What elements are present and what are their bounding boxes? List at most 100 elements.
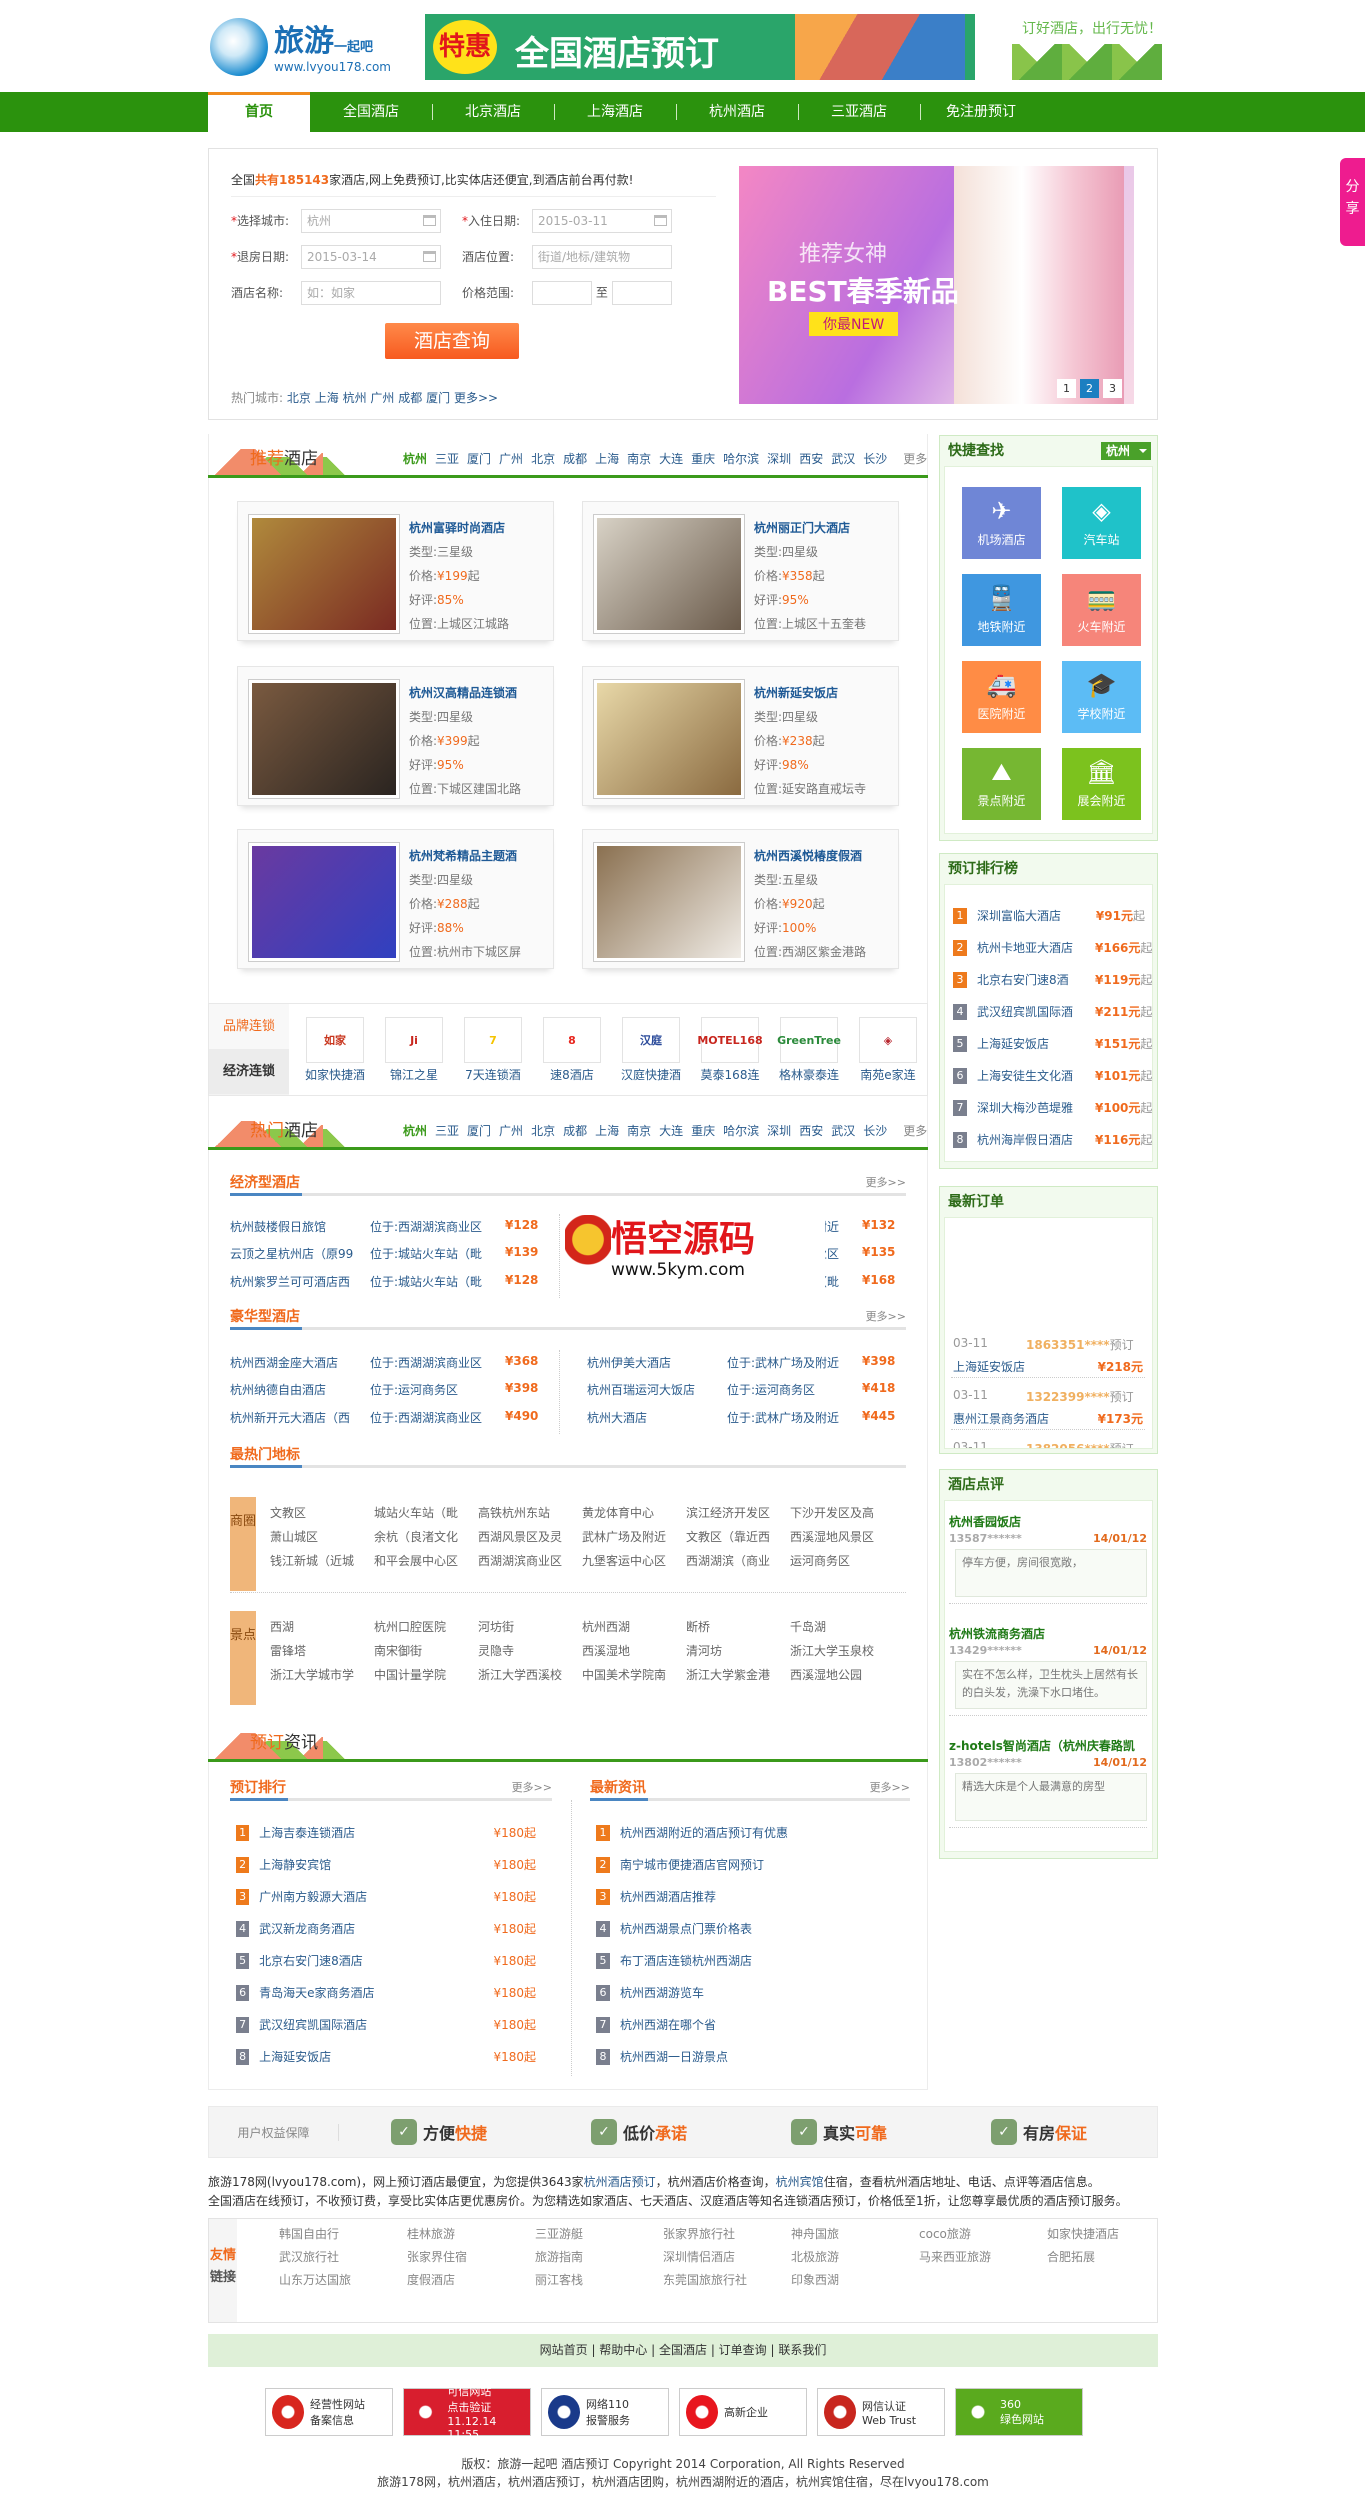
hotel-name[interactable]: 杭州西湖金座大酒店 bbox=[230, 1354, 370, 1371]
landmark-link[interactable]: 雷锋塔 bbox=[270, 1642, 374, 1659]
hot-city-link[interactable]: 厦门 bbox=[426, 391, 450, 405]
city-tab[interactable]: 重庆 bbox=[691, 450, 715, 467]
footer-link[interactable]: 联系我们 bbox=[778, 2343, 826, 2357]
news-title[interactable]: 布丁酒店连锁杭州西湖店 bbox=[620, 1952, 752, 1969]
news-item[interactable]: 1 杭州西湖附近的酒店预订有优惠 bbox=[596, 1824, 788, 1841]
hotel-name[interactable]: 云顶之星杭州店（原99 bbox=[230, 1245, 370, 1262]
landmark-link[interactable]: 西溪湿地公园 bbox=[790, 1666, 894, 1683]
city-tab[interactable]: 南京 bbox=[627, 1122, 651, 1139]
landmark-link[interactable]: 高铁杭州东站 bbox=[478, 1504, 582, 1521]
landmark-link[interactable]: 南宋御街 bbox=[374, 1642, 478, 1659]
news-title[interactable]: 杭州西湖一日游景点 bbox=[620, 2048, 728, 2065]
city-tab[interactable]: 深圳 bbox=[767, 450, 791, 467]
landmark-link[interactable]: 西湖 bbox=[270, 1618, 374, 1635]
landmark-link[interactable]: 萧山城区 bbox=[270, 1528, 374, 1545]
hotel-name[interactable]: 北京右安门速8酒店 bbox=[259, 1952, 493, 1969]
trust-badge[interactable]: 网信认证 Web Trust bbox=[817, 2388, 945, 2436]
landmark-link[interactable]: 黄龙体育中心 bbox=[582, 1504, 686, 1521]
news-item[interactable]: 8 杭州西湖一日游景点 bbox=[596, 2048, 728, 2065]
rank-item[interactable]: 3 广州南方毅源大酒店 ¥180起 bbox=[236, 1888, 536, 1905]
landmark-link[interactable]: 浙江大学西溪校 bbox=[478, 1666, 582, 1683]
promo-carousel[interactable]: 推荐女神 BEST春季新品 你最NEW 123 bbox=[739, 166, 1134, 404]
link-hangzhou-guesthouse[interactable]: 杭州宾馆 bbox=[776, 2175, 824, 2189]
ranking-item[interactable]: 3 北京右安门速8酒 ¥119元起 bbox=[953, 971, 1152, 988]
hot-city-link[interactable]: 上海 bbox=[315, 391, 339, 405]
landmark-link[interactable]: 浙江大学紫金港 bbox=[686, 1666, 790, 1683]
landmark-link[interactable]: 中国计量学院 bbox=[374, 1666, 478, 1683]
more-cities-link[interactable]: 更多 bbox=[903, 1122, 927, 1139]
nav-item[interactable]: 全国酒店 bbox=[310, 92, 432, 132]
landmark-link[interactable]: 千岛湖 bbox=[790, 1618, 894, 1635]
hotel-name[interactable]: 北京右安门速8酒 bbox=[977, 971, 1095, 988]
more-link[interactable]: 更多>> bbox=[866, 1308, 906, 1324]
hotel-name[interactable]: 杭州西溪悦椿度假酒 bbox=[754, 844, 866, 868]
news-item[interactable]: 6 杭州西湖游览车 bbox=[596, 1984, 704, 2001]
city-tab[interactable]: 三亚 bbox=[435, 1122, 459, 1139]
friend-link[interactable]: 三亚游艇 bbox=[535, 2225, 663, 2242]
more-link[interactable]: 更多>> bbox=[870, 1779, 910, 1795]
hotel-card[interactable]: 杭州丽正门大酒店 类型:四星级 价格:¥358起 好评:95% 位置:上城区十五奎巷 bbox=[582, 501, 899, 641]
rank-item[interactable]: 6 青岛海天e家商务酒店 ¥180起 bbox=[236, 1984, 536, 2001]
checkin-date-input[interactable]: 2015-03-11 bbox=[532, 209, 672, 233]
city-tab[interactable]: 深圳 bbox=[767, 1122, 791, 1139]
landmark-link[interactable]: 断桥 bbox=[686, 1618, 790, 1635]
landmark-link[interactable]: 西溪湿地风景区 bbox=[790, 1528, 894, 1545]
friend-link[interactable]: 桂林旅游 bbox=[407, 2225, 535, 2242]
hotel-name[interactable]: 杭州新延安饭店 bbox=[754, 681, 866, 705]
landmark-link[interactable]: 中国美术学院南 bbox=[582, 1666, 686, 1683]
friend-link[interactable]: 北极旅游 bbox=[791, 2248, 919, 2265]
hot-city-link[interactable]: 北京 bbox=[287, 391, 311, 405]
friend-link[interactable]: 张家界旅行社 bbox=[663, 2225, 791, 2242]
hotel-name[interactable]: 深圳大梅沙芭堤雅 bbox=[977, 1099, 1095, 1116]
hotel-photo[interactable] bbox=[248, 842, 400, 962]
city-tab[interactable]: 南京 bbox=[627, 450, 651, 467]
news-title[interactable]: 杭州西湖在哪个省 bbox=[620, 2016, 716, 2033]
news-item[interactable]: 2 南宁城市便捷酒店官网预订 bbox=[596, 1856, 764, 1873]
city-tab[interactable]: 上海 bbox=[595, 1122, 619, 1139]
landmark-link[interactable]: 杭州西湖 bbox=[582, 1618, 686, 1635]
order-hotel[interactable]: 惠州江景商务酒店 bbox=[953, 1410, 1049, 1427]
hotel-row[interactable]: 杭州大酒店 位于:武林广场及附近 ¥445 bbox=[587, 1409, 912, 1426]
friend-link[interactable]: 印象西湖 bbox=[791, 2271, 919, 2288]
quick-find-subway[interactable]: 🚆 地铁附近 bbox=[962, 574, 1041, 646]
news-item[interactable]: 5 布丁酒店连锁杭州西湖店 bbox=[596, 1952, 752, 1969]
landmark-link[interactable]: 滨江经济开发区 bbox=[686, 1504, 790, 1521]
hotel-name[interactable]: 杭州大酒店 bbox=[587, 1409, 727, 1426]
hotel-name[interactable]: 杭州纳德自由酒店 bbox=[230, 1381, 370, 1398]
quick-find-landscape[interactable]: ⛰ 景点附近 bbox=[962, 748, 1041, 820]
city-tab[interactable]: 重庆 bbox=[691, 1122, 715, 1139]
rank-item[interactable]: 7 武汉纽宾凯国际酒店 ¥180起 bbox=[236, 2016, 536, 2033]
news-item[interactable]: 7 杭州西湖在哪个省 bbox=[596, 2016, 716, 2033]
nav-item[interactable]: 首页 bbox=[208, 92, 310, 132]
hotel-photo[interactable] bbox=[248, 514, 400, 634]
hotel-photo[interactable] bbox=[593, 842, 745, 962]
nav-item[interactable]: 三亚酒店 bbox=[798, 92, 920, 132]
news-title[interactable]: 南宁城市便捷酒店官网预订 bbox=[620, 1856, 764, 1873]
ranking-item[interactable]: 5 上海延安饭店 ¥151元起 bbox=[953, 1035, 1152, 1052]
hot-city-link[interactable]: 成都 bbox=[398, 391, 422, 405]
city-tab[interactable]: 广州 bbox=[499, 450, 523, 467]
brand-item[interactable]: Ji 锦江之星 bbox=[384, 1017, 444, 1083]
friend-link[interactable]: 武汉旅行社 bbox=[279, 2248, 407, 2265]
city-tab[interactable]: 成都 bbox=[563, 450, 587, 467]
friend-link[interactable]: 深圳情侣酒店 bbox=[663, 2248, 791, 2265]
checkout-date-input[interactable]: 2015-03-14 bbox=[301, 245, 441, 269]
ranking-item[interactable]: 7 深圳大梅沙芭堤雅 ¥100元起 bbox=[953, 1099, 1152, 1116]
hotel-name[interactable]: 杭州富驿时尚酒店 bbox=[409, 516, 509, 540]
hotel-name[interactable]: 杭州海岸假日酒店 bbox=[977, 1131, 1095, 1148]
city-dropdown[interactable]: 杭州 bbox=[1101, 442, 1151, 460]
carousel-page-button[interactable]: 2 bbox=[1080, 379, 1099, 398]
hotel-row[interactable]: 杭州伊美大酒店 位于:武林广场及附近 ¥398 bbox=[587, 1354, 912, 1371]
hotel-card[interactable]: 杭州西溪悦椿度假酒 类型:五星级 价格:¥920起 好评:100% 位置:西湖区紫金港路 bbox=[582, 829, 899, 969]
trust-badge[interactable]: 网络110 报警服务 bbox=[541, 2388, 669, 2436]
landmark-link[interactable]: 西湖湖滨商业区 bbox=[478, 1552, 582, 1569]
rank-item[interactable]: 1 上海吉泰连锁酒店 ¥180起 bbox=[236, 1824, 536, 1841]
landmark-link[interactable]: 和平会展中心区 bbox=[374, 1552, 478, 1569]
quick-find-train[interactable]: 🚃 火车附近 bbox=[1062, 574, 1141, 646]
landmark-link[interactable]: 浙江大学城市学 bbox=[270, 1666, 374, 1683]
trust-badge[interactable]: 可信网站 点击验证 11.12.14 11:55 bbox=[403, 2385, 531, 2441]
rank-item[interactable]: 4 武汉新龙商务酒店 ¥180起 bbox=[236, 1920, 536, 1937]
friend-link[interactable]: 合肥拓展 bbox=[1047, 2248, 1175, 2265]
city-tab[interactable]: 西安 bbox=[799, 1122, 823, 1139]
promo-banner[interactable]: 特惠 全国酒店预订 bbox=[425, 14, 975, 80]
